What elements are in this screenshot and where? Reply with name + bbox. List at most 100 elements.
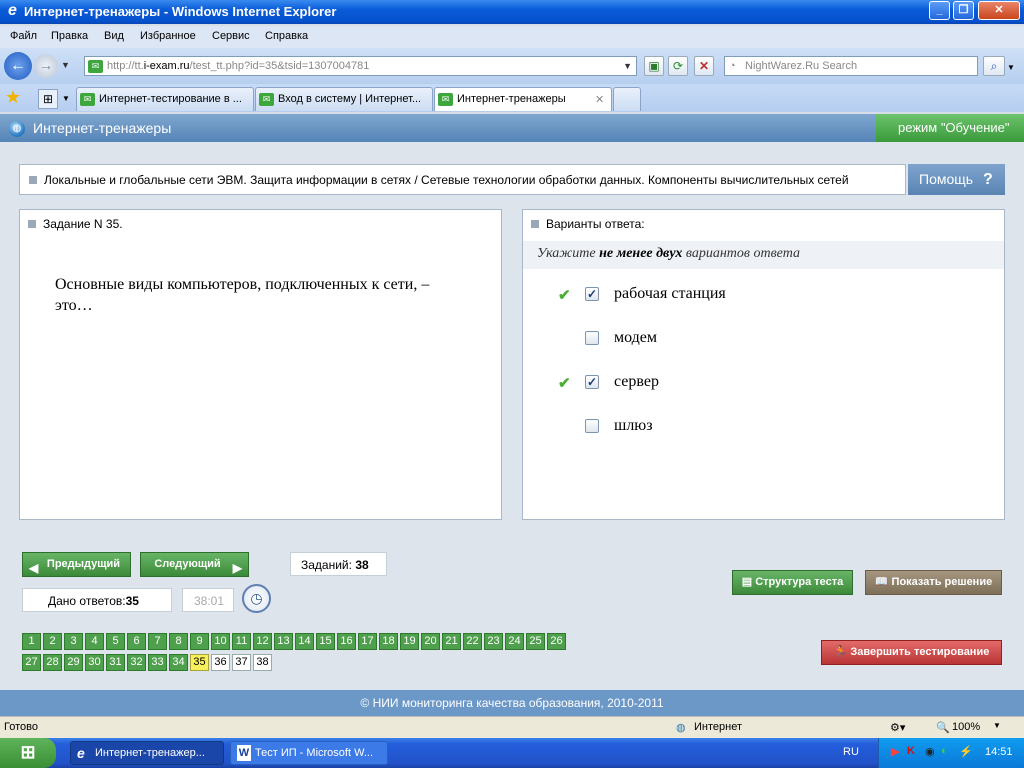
answer-label[interactable]: рабочая станция bbox=[614, 285, 726, 303]
antivirus-icon[interactable]: K bbox=[907, 745, 915, 757]
question-number-cell[interactable]: 30 bbox=[85, 654, 104, 671]
question-number-cell[interactable]: 24 bbox=[505, 633, 524, 650]
menu-help[interactable]: Справка bbox=[265, 30, 308, 42]
help-button[interactable]: Помощь ? bbox=[908, 164, 1005, 195]
help-label: Помощь bbox=[919, 171, 974, 187]
question-number-cell[interactable]: 28 bbox=[43, 654, 62, 671]
quick-tabs-icon[interactable]: ⊞ bbox=[38, 89, 58, 109]
answer-label[interactable]: модем bbox=[614, 329, 657, 347]
question-number-cell[interactable]: 27 bbox=[22, 654, 41, 671]
maximize-button[interactable]: ❐ bbox=[953, 1, 974, 20]
question-number-cell[interactable]: 4 bbox=[85, 633, 104, 650]
question-number-cell[interactable]: 22 bbox=[463, 633, 482, 650]
task-word[interactable]: W Тест ИП - Microsoft W... bbox=[230, 741, 388, 765]
tray-green-icon[interactable]: ◐ bbox=[941, 745, 948, 757]
zoom-level[interactable]: 100% bbox=[952, 721, 980, 733]
question-number-cell[interactable]: 20 bbox=[421, 633, 440, 650]
question-number-cell[interactable]: 25 bbox=[526, 633, 545, 650]
menu-edit[interactable]: Правка bbox=[51, 30, 88, 42]
question-number-cell[interactable]: 7 bbox=[148, 633, 167, 650]
zoom-icon[interactable]: 🔍 bbox=[936, 721, 950, 734]
back-button[interactable]: ← bbox=[4, 52, 32, 80]
menu-view[interactable]: Вид bbox=[104, 30, 124, 42]
show-solution-button[interactable]: 📖 Показать решение bbox=[865, 570, 1002, 595]
question-number-cell[interactable]: 1 bbox=[22, 633, 41, 650]
question-number-cell[interactable]: 21 bbox=[442, 633, 461, 650]
question-number-cell[interactable]: 10 bbox=[211, 633, 230, 650]
answer-checkbox[interactable] bbox=[585, 331, 599, 345]
answer-option[interactable]: модем bbox=[523, 327, 1004, 357]
question-number-cell[interactable]: 2 bbox=[43, 633, 62, 650]
refresh-icon[interactable]: ⟳ bbox=[668, 56, 688, 76]
question-number-cell[interactable]: 36 bbox=[211, 654, 230, 671]
question-number-cell[interactable]: 11 bbox=[232, 633, 251, 650]
protected-mode-icon[interactable]: ⚙▾ bbox=[890, 721, 905, 734]
tab-list-dropdown-icon[interactable]: ▼ bbox=[62, 94, 70, 103]
question-number-cell[interactable]: 33 bbox=[148, 654, 167, 671]
url-dropdown-icon[interactable]: ▼ bbox=[623, 61, 632, 71]
next-button[interactable]: Следующий ▶ bbox=[140, 552, 249, 577]
clock-icon: ◷ bbox=[242, 584, 271, 613]
search-options-icon[interactable]: ▼ bbox=[1007, 63, 1015, 72]
answer-checkbox-checked[interactable]: ✓ bbox=[585, 287, 599, 301]
question-number-cell[interactable]: 17 bbox=[358, 633, 377, 650]
recent-pages-dropdown-icon[interactable]: ▼ bbox=[61, 60, 70, 70]
menu-tools[interactable]: Сервис bbox=[212, 30, 250, 42]
new-tab-button[interactable] bbox=[613, 87, 641, 111]
question-number-cell[interactable]: 23 bbox=[484, 633, 503, 650]
question-number-cell[interactable]: 34 bbox=[169, 654, 188, 671]
answer-option[interactable]: шлюз bbox=[523, 415, 1004, 445]
zoom-dropdown-icon[interactable]: ▼ bbox=[993, 721, 1001, 730]
test-structure-button[interactable]: ▤ Структура теста bbox=[732, 570, 853, 595]
question-number-cell[interactable]: 6 bbox=[127, 633, 146, 650]
previous-button[interactable]: ◀ Предыдущий bbox=[22, 552, 131, 577]
question-number-cell[interactable]: 35 bbox=[190, 654, 209, 671]
question-number-cell[interactable]: 31 bbox=[106, 654, 125, 671]
question-number-cell[interactable]: 37 bbox=[232, 654, 251, 671]
menu-file[interactable]: Файл bbox=[10, 30, 37, 42]
question-number-cell[interactable]: 9 bbox=[190, 633, 209, 650]
question-number-cell[interactable]: 14 bbox=[295, 633, 314, 650]
question-number-cell[interactable]: 29 bbox=[64, 654, 83, 671]
search-icon[interactable]: ⌕ bbox=[983, 56, 1005, 76]
forward-button[interactable]: → bbox=[34, 54, 58, 78]
stop-icon[interactable]: ✕ bbox=[694, 56, 714, 76]
finish-test-button[interactable]: 🏃 Завершить тестирование bbox=[821, 640, 1002, 665]
tab-close-icon[interactable]: ✕ bbox=[595, 93, 604, 106]
question-number-cell[interactable]: 5 bbox=[106, 633, 125, 650]
tray-app-icon[interactable]: ▶ bbox=[891, 745, 899, 758]
language-indicator[interactable]: RU bbox=[843, 746, 859, 758]
question-number-cell[interactable]: 8 bbox=[169, 633, 188, 650]
answer-option[interactable]: ✔ ✓ рабочая станция bbox=[523, 283, 1004, 313]
url-input[interactable]: ✉ http://tt.i-exam.ru/test_tt.php?id=35&… bbox=[84, 56, 637, 76]
minimize-button[interactable]: _ bbox=[929, 1, 950, 20]
question-number-cell[interactable]: 18 bbox=[379, 633, 398, 650]
search-input[interactable]: ◔ NightWarez.Ru Search bbox=[724, 56, 978, 76]
task-ie[interactable]: e Интернет-тренажер... bbox=[70, 741, 224, 765]
question-number-cell[interactable]: 32 bbox=[127, 654, 146, 671]
answer-option[interactable]: ✔ ✓ сервер bbox=[523, 371, 1004, 401]
question-number-cell[interactable]: 26 bbox=[547, 633, 566, 650]
answer-label[interactable]: сервер bbox=[614, 373, 659, 391]
question-number-cell[interactable]: 15 bbox=[316, 633, 335, 650]
question-number: Задание N 35. bbox=[43, 217, 123, 231]
question-number-cell[interactable]: 16 bbox=[337, 633, 356, 650]
tab-login[interactable]: ✉ Вход в систему | Интернет... bbox=[255, 87, 433, 111]
question-number-cell[interactable]: 38 bbox=[253, 654, 272, 671]
question-number-cell[interactable]: 3 bbox=[64, 633, 83, 650]
question-number-cell[interactable]: 13 bbox=[274, 633, 293, 650]
menu-favorites[interactable]: Избранное bbox=[140, 30, 196, 42]
answer-checkbox[interactable] bbox=[585, 419, 599, 433]
answer-label[interactable]: шлюз bbox=[614, 417, 653, 435]
tab-internet-testing[interactable]: ✉ Интернет-тестирование в ... bbox=[76, 87, 254, 111]
question-number-cell[interactable]: 12 bbox=[253, 633, 272, 650]
close-window-button[interactable]: ✕ bbox=[978, 1, 1020, 20]
start-button[interactable]: ⊞ bbox=[0, 738, 56, 768]
tray-network-icon[interactable]: ⚡ bbox=[959, 745, 973, 758]
tab-trainers-active[interactable]: ✉ Интернет-тренажеры ✕ bbox=[434, 87, 612, 111]
favorites-star-icon[interactable]: ★ bbox=[5, 87, 21, 108]
question-number-cell[interactable]: 19 bbox=[400, 633, 419, 650]
answer-checkbox-checked[interactable]: ✓ bbox=[585, 375, 599, 389]
compatibility-view-icon[interactable]: ▣ bbox=[644, 56, 664, 76]
tray-shield-icon[interactable]: ◉ bbox=[925, 745, 935, 758]
